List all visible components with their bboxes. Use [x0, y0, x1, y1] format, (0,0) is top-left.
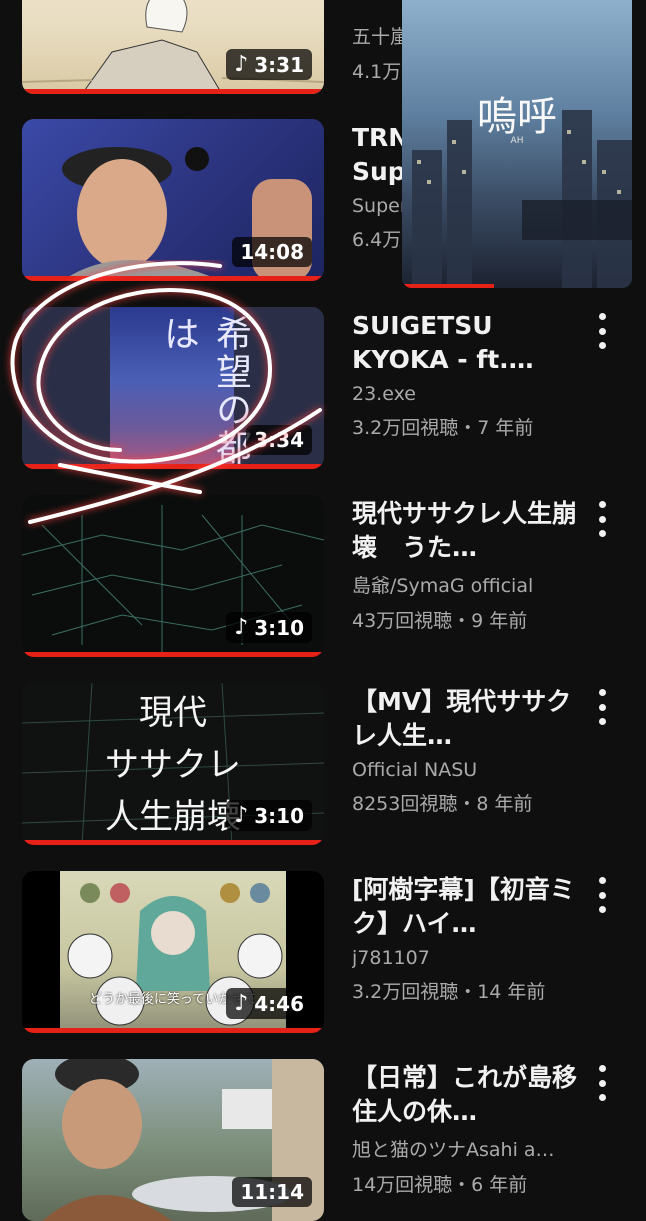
video-stats: 3.2万回視聴・14 年前: [352, 981, 546, 1003]
duration-badge: 14:08: [232, 237, 312, 267]
video-title[interactable]: [阿樹字幕]【初音ミク】ハイ…: [352, 873, 592, 941]
video-thumbnail[interactable]: 14:08: [22, 119, 324, 281]
thumbnail-text-line: ササクレ: [105, 745, 241, 785]
duration-badge: ♪ 4:46: [226, 988, 312, 1019]
watch-progress-bar: [22, 276, 324, 281]
video-title[interactable]: 【MV】現代ササクレ人生…: [352, 685, 592, 753]
video-title[interactable]: 【日常】これが島移住人の休…: [352, 1061, 592, 1129]
more-options-icon[interactable]: [590, 501, 614, 537]
music-note-icon: ♪: [234, 52, 249, 77]
video-stats: 3.2万回視聴・7 年前: [352, 417, 534, 439]
more-options-icon[interactable]: [590, 877, 614, 913]
video-stats: 14万回視聴・6 年前: [352, 1174, 528, 1196]
duration-badge: ♪ 3:10: [226, 800, 312, 831]
video-stats: 8253回視聴・8 年前: [352, 793, 533, 815]
music-note-icon: ♪: [234, 615, 249, 640]
video-thumbnail[interactable]: ♪ 3:31: [22, 0, 324, 94]
miniplayer-subtitle: AH: [510, 136, 524, 146]
more-options-icon[interactable]: [590, 313, 614, 349]
video-thumbnail[interactable]: 希望の都は 3:34: [22, 307, 324, 469]
channel-name[interactable]: 23.exe: [352, 383, 592, 405]
video-thumbnail[interactable]: どうか最後に笑っていかせて ♪ 4:46: [22, 871, 324, 1033]
music-note-icon: ♪: [234, 991, 249, 1016]
duration-badge: ♪ 3:10: [226, 612, 312, 643]
channel-name[interactable]: j781107: [352, 947, 592, 969]
watch-progress-bar: [22, 464, 324, 469]
duration-badge: 11:14: [232, 1177, 312, 1207]
more-options-icon[interactable]: [590, 689, 614, 725]
more-options-icon[interactable]: [590, 1065, 614, 1101]
duration-badge: ♪ 3:31: [226, 49, 312, 80]
channel-name[interactable]: Official NASU: [352, 759, 592, 781]
miniplayer[interactable]: 嗚呼 AH: [402, 0, 632, 288]
video-thumbnail[interactable]: 現代 ササクレ 人生崩壊 ♪ 3:10: [22, 683, 324, 845]
miniplayer-progress-bar: [402, 284, 494, 288]
duration-badge: 3:34: [246, 425, 312, 455]
watch-progress-bar: [22, 840, 324, 845]
video-stats: 43万回視聴・9 年前: [352, 610, 528, 632]
miniplayer-title: 嗚呼: [477, 94, 557, 140]
video-thumbnail[interactable]: 11:14: [22, 1059, 324, 1221]
thumbnail-text-line: 現代: [139, 693, 207, 733]
video-title[interactable]: 現代ササクレ人生崩壊 うた…: [352, 497, 592, 565]
watch-progress-bar: [22, 89, 324, 94]
watch-progress-bar: [22, 1028, 324, 1033]
thumbnail-text: 希望の都は: [158, 315, 251, 467]
channel-name[interactable]: 島爺/SymaG official: [352, 571, 592, 598]
video-thumbnail[interactable]: ♪ 3:10: [22, 495, 324, 657]
video-title[interactable]: SUIGETSU KYOKA - ft.…: [352, 309, 592, 377]
channel-name[interactable]: 旭と猫のツナAsahi a…: [352, 1135, 592, 1162]
music-note-icon: ♪: [234, 803, 249, 828]
watch-progress-bar: [22, 652, 324, 657]
